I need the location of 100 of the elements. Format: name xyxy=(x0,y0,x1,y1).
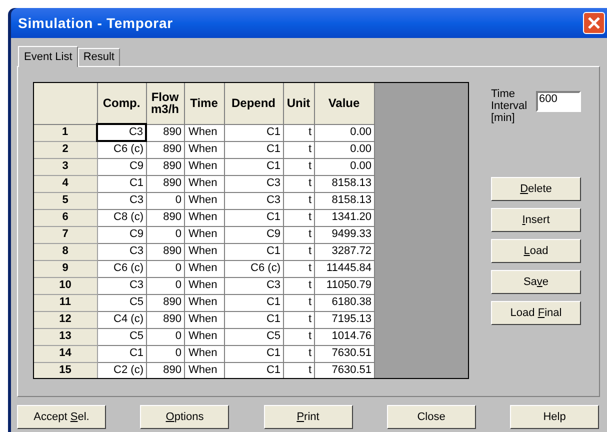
table-cell: When xyxy=(184,141,224,158)
tab[interactable]: Result xyxy=(78,48,120,66)
table-cell: C1 xyxy=(224,243,283,260)
table-cell: t xyxy=(283,209,314,226)
table-cell: 8158.13 xyxy=(314,175,374,192)
table-cell: C3 xyxy=(97,277,146,294)
table-cell: 3287.72 xyxy=(314,243,374,260)
column-header: Unit xyxy=(283,83,314,124)
table-cell: 7630.51 xyxy=(314,345,374,362)
table-cell: 6180.38 xyxy=(314,294,374,311)
table-cell: 0 xyxy=(146,277,184,294)
table-cell: 0.00 xyxy=(314,124,374,141)
table-cell: C1 xyxy=(224,362,283,378)
table-cell: When xyxy=(184,328,224,345)
column-header: Time xyxy=(184,83,224,124)
table-cell: 890 xyxy=(146,141,184,158)
window-title: Simulation - Temporar xyxy=(18,14,173,33)
table-cell: 890 xyxy=(146,124,184,141)
table-cell: 7630.51 xyxy=(314,362,374,378)
table-cell: C3 xyxy=(224,175,283,192)
table-cell: C9 xyxy=(224,226,283,243)
row-header: 13 xyxy=(34,328,97,345)
table-cell: C1 xyxy=(224,141,283,158)
row-header: 14 xyxy=(34,345,97,362)
dialog-button[interactable]: Help xyxy=(510,405,599,429)
column-header: Value xyxy=(314,83,374,124)
row-header: 12 xyxy=(34,311,97,328)
action-button[interactable]: Load xyxy=(491,239,581,263)
table-cell: C5 xyxy=(224,328,283,345)
table-cell: C3 xyxy=(97,243,146,260)
dialog-button[interactable]: Print xyxy=(264,405,352,429)
table-cell: C9 xyxy=(97,158,146,175)
table-cell: t xyxy=(283,294,314,311)
table-cell: 0.00 xyxy=(314,141,374,158)
table-cell: 0 xyxy=(146,345,184,362)
table-cell: 890 xyxy=(146,175,184,192)
table-cell: t xyxy=(283,328,314,345)
table-cell: C5 xyxy=(97,328,146,345)
table-cell: When xyxy=(184,124,224,141)
dialog-button[interactable]: Options xyxy=(140,405,230,429)
row-header: 5 xyxy=(34,192,97,209)
table-cell: C6 (c) xyxy=(224,260,283,277)
table-cell: 11445.84 xyxy=(314,260,374,277)
time-interval-field[interactable]: 600 xyxy=(536,91,581,112)
row-header: 1 xyxy=(34,124,97,141)
table-cell: When xyxy=(184,192,224,209)
table-cell: 890 xyxy=(146,362,184,378)
row-header: 8 xyxy=(34,243,97,260)
row-header: 15 xyxy=(34,362,97,378)
close-button[interactable] xyxy=(583,12,605,34)
table-cell: 1341.20 xyxy=(314,209,374,226)
row-header: 6 xyxy=(34,209,97,226)
action-button[interactable]: Insert xyxy=(491,208,581,232)
table-cell: C3 xyxy=(97,124,146,141)
table-cell: When xyxy=(184,226,224,243)
table-cell: t xyxy=(283,124,314,141)
table-cell: When xyxy=(184,243,224,260)
table-cell: t xyxy=(283,192,314,209)
table-cell: When xyxy=(184,294,224,311)
dialog-button[interactable]: Close xyxy=(386,405,476,429)
table-cell: t xyxy=(283,277,314,294)
tab[interactable]: Event List xyxy=(18,46,78,67)
table-cell: 8158.13 xyxy=(314,192,374,209)
table-cell: C6 (c) xyxy=(97,141,146,158)
dialog-button[interactable]: Accept Sel. xyxy=(17,405,106,429)
table-cell: t xyxy=(283,158,314,175)
table-cell: C2 (c) xyxy=(97,362,146,378)
table-cell: t xyxy=(283,345,314,362)
table-cell: When xyxy=(184,175,224,192)
table-cell: t xyxy=(283,311,314,328)
table-cell: When xyxy=(184,362,224,378)
table-cell: C9 xyxy=(97,226,146,243)
table-cell: 9499.33 xyxy=(314,226,374,243)
column-header: Flow m3/h xyxy=(146,83,184,124)
table-cell: 1014.76 xyxy=(314,328,374,345)
action-button[interactable]: Delete xyxy=(491,177,581,201)
table-cell: t xyxy=(283,141,314,158)
action-button[interactable]: Save xyxy=(491,270,581,294)
table-cell: 0.00 xyxy=(314,158,374,175)
table-cell: C1 xyxy=(224,345,283,362)
action-button[interactable]: Load Final xyxy=(491,301,581,325)
row-header: 2 xyxy=(34,141,97,158)
table-cell: 0 xyxy=(146,192,184,209)
table-cell: 7195.13 xyxy=(314,311,374,328)
table-cell: t xyxy=(283,260,314,277)
row-header: 3 xyxy=(34,158,97,175)
table-cell: C1 xyxy=(224,124,283,141)
table-cell: When xyxy=(184,277,224,294)
close-icon xyxy=(587,16,601,30)
table-cell: When xyxy=(184,311,224,328)
row-header: 7 xyxy=(34,226,97,243)
row-header: 4 xyxy=(34,175,97,192)
row-header: 9 xyxy=(34,260,97,277)
table-cell: C6 (c) xyxy=(97,260,146,277)
table-cell: When xyxy=(184,209,224,226)
table-cell: 0 xyxy=(146,260,184,277)
table-cell: C3 xyxy=(224,192,283,209)
row-header: 11 xyxy=(34,294,97,311)
table-cell: t xyxy=(283,175,314,192)
table-cell: 890 xyxy=(146,243,184,260)
